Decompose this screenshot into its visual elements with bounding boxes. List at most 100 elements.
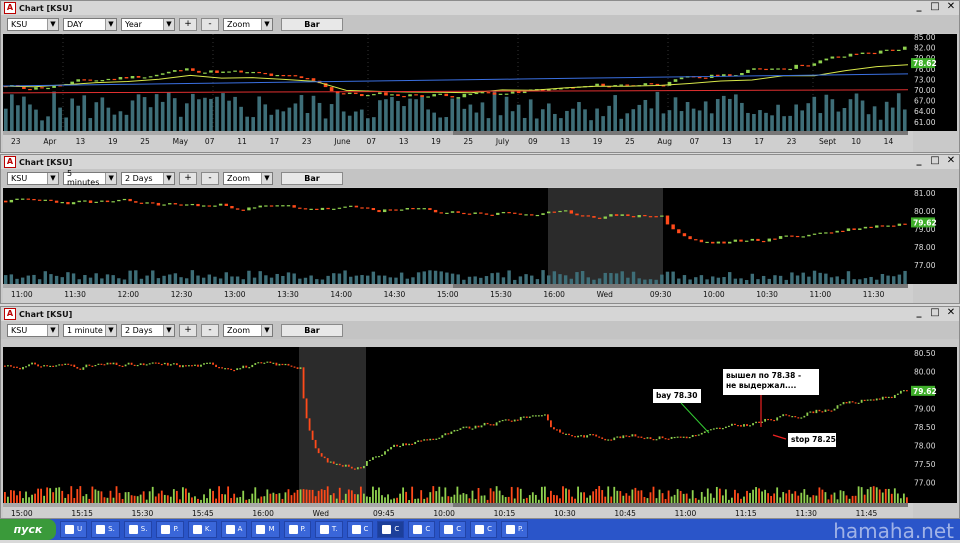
range-select[interactable]: Year ▼ bbox=[121, 17, 175, 31]
candle bbox=[788, 415, 791, 417]
zoom-select[interactable]: Zoom ▼ bbox=[223, 17, 273, 31]
close-icon[interactable]: ✕ bbox=[945, 307, 957, 319]
volume-bar bbox=[625, 493, 628, 503]
price-axis-label: 70.00 bbox=[914, 86, 936, 95]
zoom-select[interactable]: Zoom ▼ bbox=[223, 171, 273, 185]
maximize-icon[interactable]: □ bbox=[929, 307, 941, 319]
bar-type-button[interactable]: Bar bbox=[281, 171, 343, 185]
candle bbox=[15, 198, 19, 200]
maximize-icon[interactable]: □ bbox=[929, 1, 941, 13]
candle bbox=[575, 213, 579, 216]
taskbar-item[interactable]: P. bbox=[156, 521, 184, 538]
range-select[interactable]: 2 Days ▼ bbox=[121, 323, 175, 337]
volume-bar bbox=[212, 490, 214, 503]
close-icon[interactable]: ✕ bbox=[945, 155, 957, 167]
candle bbox=[456, 97, 461, 99]
taskbar-item-label: C bbox=[363, 525, 369, 533]
taskbar-item[interactable]: S. bbox=[91, 521, 120, 538]
volume-bar bbox=[245, 116, 249, 131]
candle bbox=[711, 241, 715, 244]
price-plot[interactable]: 81.00 80.00 79.00 78.00 77.00 79.62 bbox=[3, 188, 957, 284]
minimize-icon[interactable]: _ bbox=[913, 155, 925, 167]
period-select[interactable]: 5 minutes ▼ bbox=[63, 169, 117, 187]
time-axis-label: 10:00 bbox=[703, 290, 725, 299]
candle bbox=[486, 92, 491, 94]
taskbar-item[interactable]: C bbox=[408, 521, 436, 538]
time-axis-label: Aug bbox=[657, 137, 672, 146]
volume-bar bbox=[384, 99, 388, 131]
taskbar-item[interactable]: P. bbox=[283, 521, 311, 538]
volume-bar bbox=[22, 96, 26, 131]
minimize-icon[interactable]: _ bbox=[913, 1, 925, 13]
candle bbox=[221, 71, 225, 73]
maximize-icon[interactable]: □ bbox=[929, 155, 941, 167]
taskbar-item[interactable]: C bbox=[470, 521, 497, 538]
volume-bar bbox=[46, 116, 50, 131]
window-titlebar[interactable]: A Chart [KSU] _ □ ✕ bbox=[1, 1, 959, 15]
volume-bar bbox=[518, 276, 523, 284]
candle bbox=[450, 96, 455, 98]
taskbar-item[interactable]: C bbox=[439, 521, 467, 538]
candle bbox=[54, 200, 59, 203]
taskbar-item[interactable]: A bbox=[220, 521, 248, 538]
candle bbox=[504, 93, 509, 95]
taskbar-item[interactable]: C bbox=[377, 521, 405, 538]
start-button[interactable]: пуск bbox=[0, 519, 56, 540]
symbol-select[interactable]: KSU ▼ bbox=[7, 17, 59, 31]
zoom-out-button[interactable]: - bbox=[201, 17, 219, 31]
candle bbox=[863, 226, 868, 229]
candle bbox=[677, 229, 681, 234]
volume-bar bbox=[188, 492, 190, 503]
last-price-label: 79.62 bbox=[913, 387, 937, 396]
candle bbox=[835, 230, 839, 233]
minimize-icon[interactable]: _ bbox=[913, 307, 925, 319]
volume-bar bbox=[275, 273, 279, 284]
volume-bar bbox=[541, 270, 545, 284]
volume-bar bbox=[631, 271, 636, 284]
taskbar-item[interactable]: U bbox=[60, 521, 88, 538]
period-select[interactable]: 1 minute ▼ bbox=[63, 323, 117, 337]
zoom-select[interactable]: Zoom ▼ bbox=[223, 323, 273, 337]
taskbar-item[interactable]: P. bbox=[500, 521, 529, 538]
volume-bar bbox=[764, 489, 767, 503]
taskbar-item[interactable]: T. bbox=[314, 521, 343, 538]
taskbar-item[interactable]: M bbox=[251, 521, 280, 538]
window-titlebar[interactable]: A Chart [KSU] _ □ ✕ bbox=[1, 307, 959, 321]
price-plot[interactable]: 80.5080.0079.5079.0078.5078.0077.5077.00… bbox=[3, 347, 957, 503]
candle bbox=[227, 368, 230, 370]
volume-bar bbox=[197, 99, 201, 131]
time-axis-label: 16:00 bbox=[543, 290, 565, 299]
zoom-out-button[interactable]: - bbox=[201, 171, 219, 185]
zoom-in-button[interactable]: + bbox=[179, 323, 197, 337]
zoom-in-button[interactable]: + bbox=[179, 171, 197, 185]
symbol-select[interactable]: KSU ▼ bbox=[7, 323, 59, 337]
volume-bar bbox=[422, 271, 426, 284]
volume-bar bbox=[10, 490, 12, 503]
taskbar-item[interactable]: S. bbox=[123, 521, 153, 538]
zoom-in-button[interactable]: + bbox=[179, 17, 197, 31]
window-titlebar[interactable]: A Chart [KSU] _ □ ✕ bbox=[1, 155, 959, 169]
volume-bar bbox=[82, 496, 85, 503]
candle bbox=[263, 362, 266, 364]
taskbar-item[interactable]: K. bbox=[187, 521, 217, 538]
candle bbox=[646, 437, 649, 439]
volume-bar bbox=[323, 118, 328, 131]
price-plot[interactable]: 85.0082.0079.0076.0073.0070.0067.0064.00… bbox=[3, 34, 957, 131]
close-icon[interactable]: ✕ bbox=[945, 1, 957, 13]
candle bbox=[613, 437, 616, 441]
taskbar-item[interactable]: C bbox=[346, 521, 374, 538]
volume-bar bbox=[179, 277, 183, 284]
bar-type-button[interactable]: Bar bbox=[281, 323, 343, 337]
candle bbox=[154, 362, 157, 364]
volume-bar bbox=[378, 100, 382, 131]
time-axis-label: 07 bbox=[690, 137, 700, 146]
bar-type-button[interactable]: Bar bbox=[281, 17, 343, 31]
period-select[interactable]: DAY ▼ bbox=[63, 17, 117, 31]
volume-bar bbox=[773, 493, 776, 503]
range-select[interactable]: 2 Days ▼ bbox=[121, 171, 175, 185]
volume-bar bbox=[359, 109, 364, 131]
symbol-select[interactable]: KSU ▼ bbox=[7, 171, 59, 185]
candle bbox=[643, 437, 646, 440]
zoom-out-button[interactable]: - bbox=[201, 323, 219, 337]
candle bbox=[299, 76, 304, 79]
